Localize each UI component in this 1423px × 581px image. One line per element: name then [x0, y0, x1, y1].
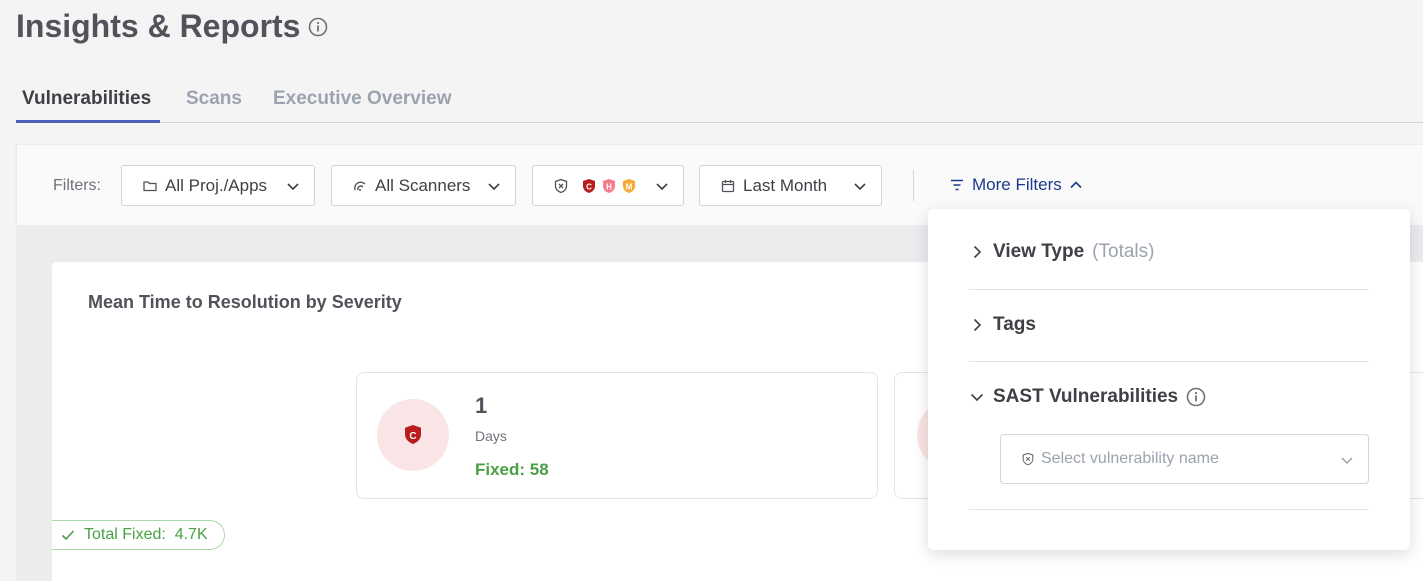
severity-dropdown[interactable]: C H M [532, 165, 684, 206]
panel-divider [969, 509, 1369, 510]
info-icon[interactable] [1186, 387, 1206, 407]
panel-divider [969, 361, 1369, 362]
shield-x-icon [1021, 452, 1035, 466]
severity-badge-critical: C [581, 178, 597, 194]
tab-scans[interactable]: Scans [186, 88, 242, 110]
chevron-right-icon [973, 318, 982, 332]
view-type-value: (Totals) [1092, 241, 1155, 262]
filter-divider [913, 170, 914, 201]
chevron-down-icon [656, 183, 668, 191]
vulnerability-select-placeholder: Select vulnerability name [1041, 450, 1219, 467]
check-icon [61, 530, 75, 541]
mttr-value: 1 [475, 393, 488, 418]
total-fixed-badge: Total Fixed: 4.7K [52, 520, 225, 550]
date-range-dropdown[interactable]: Last Month [699, 165, 882, 206]
fixed-count: Fixed: 58 [475, 460, 549, 479]
chevron-down-icon [970, 393, 984, 402]
tab-executive-overview[interactable]: Executive Overview [273, 88, 452, 110]
total-fixed-label: Total Fixed: 4.7K [84, 526, 208, 543]
calendar-icon [720, 178, 736, 194]
tab-vulnerabilities[interactable]: Vulnerabilities [22, 88, 151, 110]
severity-badge-medium: M [621, 178, 637, 194]
view-type-label: View Type [993, 241, 1085, 262]
view-type-section[interactable]: View Type (Totals) [969, 241, 1369, 263]
more-filters-toggle[interactable]: More Filters [949, 175, 1083, 195]
page-title-text: Insights & Reports [16, 8, 301, 44]
filters-label: Filters: [53, 177, 101, 194]
chevron-down-icon [287, 183, 299, 191]
severity-card-critical: C 1 Days Fixed: 58 [356, 372, 878, 499]
chevron-down-icon [854, 183, 866, 191]
tags-section[interactable]: Tags [969, 314, 1369, 336]
mttr-unit: Days [475, 428, 507, 444]
panel-divider [969, 289, 1369, 290]
vulnerability-name-select[interactable]: Select vulnerability name [1000, 434, 1369, 484]
svg-text:C: C [586, 182, 592, 191]
tags-label: Tags [993, 314, 1036, 335]
sast-section[interactable]: SAST Vulnerabilities [969, 386, 1369, 408]
active-tab-indicator [16, 120, 160, 123]
projects-dropdown[interactable]: All Proj./Apps [121, 165, 315, 206]
page-title: Insights & Reports [16, 8, 328, 45]
shield-x-icon [553, 178, 569, 194]
filter-icon [951, 179, 963, 191]
sast-label: SAST Vulnerabilities [993, 386, 1179, 407]
scanner-icon [352, 178, 368, 194]
projects-dropdown-label: All Proj./Apps [165, 175, 268, 195]
chevron-up-icon [1070, 181, 1082, 189]
scanners-dropdown[interactable]: All Scanners [331, 165, 516, 206]
info-icon[interactable] [308, 17, 328, 37]
critical-severity-icon: C [377, 399, 449, 471]
svg-text:M: M [626, 182, 633, 191]
card-title: Mean Time to Resolution by Severity [88, 292, 402, 312]
chevron-right-icon [973, 245, 982, 259]
more-filters-panel: View Type (Totals) Tags SAST Vulnerabili… [928, 209, 1410, 550]
chevron-down-icon [1341, 457, 1353, 465]
severity-badge-high: H [601, 178, 617, 194]
date-range-label: Last Month [743, 175, 828, 195]
scanners-dropdown-label: All Scanners [375, 175, 471, 195]
more-filters-label: More Filters [972, 175, 1062, 194]
folder-icon [142, 178, 158, 194]
chevron-down-icon [488, 183, 500, 191]
tab-bar: Vulnerabilities Scans Executive Overview [16, 74, 1423, 123]
svg-text:H: H [606, 182, 612, 191]
svg-text:C: C [409, 431, 416, 442]
